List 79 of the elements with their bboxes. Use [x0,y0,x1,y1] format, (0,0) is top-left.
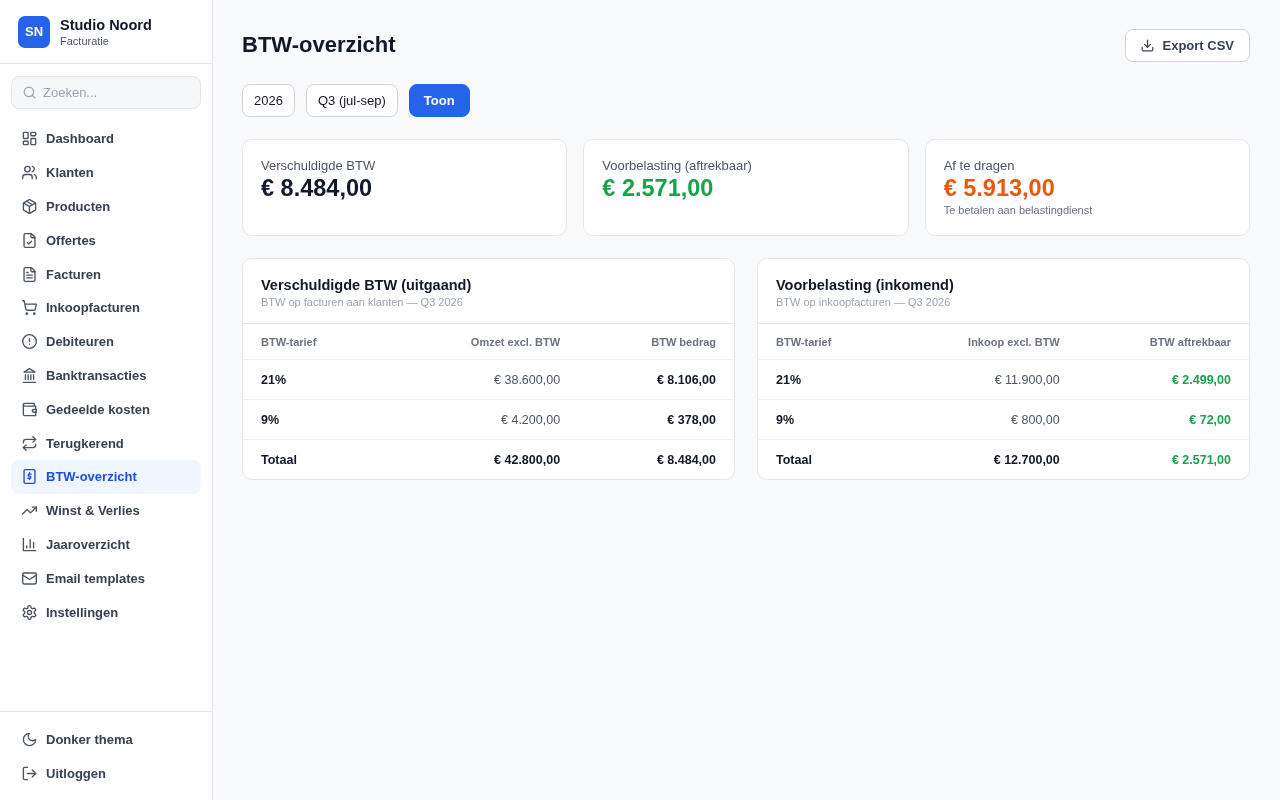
stat-label: Verschuldigde BTW [261,157,377,174]
users-icon [22,165,37,181]
brand-subtitle: Facturatie [60,33,110,48]
table-cell: € 8.484,00 [578,439,734,479]
table-cell: Totaal [243,439,385,479]
period-select[interactable]: Q3 (jul-sep) [305,84,398,117]
mail-icon [22,570,37,586]
document-check-icon [22,232,37,248]
stat-label: Voorbelasting (aftrekbaar) [602,157,753,174]
search-icon [23,86,36,99]
stat-value: € 2.571,00 [602,174,715,202]
panel-subtitle: BTW op inkoopfacturen — Q3 2026 [776,295,952,309]
column-header: BTW bedrag [578,324,734,360]
alert-circle-icon [22,334,37,350]
stat-value: € 8.484,00 [261,174,374,202]
brand-logo: SN [18,15,50,48]
cart-icon [22,300,37,316]
settings-icon [22,604,37,620]
nav-item[interactable]: Offertes [11,223,201,258]
table-cell: € 12.700,00 [891,439,1078,479]
nav-item[interactable]: Jaaroverzicht [11,527,201,562]
search-field[interactable]: Zoeken... [11,76,201,109]
table-cell: Totaal [758,439,892,479]
nav-item[interactable]: Klanten [11,155,201,190]
nav-item[interactable]: Instellingen [11,595,201,629]
nav-item[interactable]: Terugkerend [11,426,201,460]
stat-label: Af te dragen [943,157,1016,174]
table-cell: € 38.600,00 [384,359,579,400]
nav-item[interactable]: Banktransacties [11,358,201,393]
table-cell: € 378,00 [578,399,734,440]
table-cell: 21% [758,359,892,400]
show-button[interactable]: Toon [408,84,470,117]
panel-title: Verschuldigde BTW (uitgaand) [261,276,473,295]
table-cell: € 72,00 [1077,399,1249,440]
nav-item[interactable]: Producten [11,189,201,224]
brand-name: Studio Noord [60,15,152,34]
table-cell: € 800,00 [891,399,1078,440]
column-header: Omzet excl. BTW [384,324,579,360]
nav-item[interactable]: Facturen [11,257,201,291]
nav-item[interactable]: Inkoopfacturen [11,291,201,325]
column-header: BTW-tarief [758,324,892,360]
year-select[interactable]: 2026 [242,84,295,117]
nav-item[interactable]: BTW-overzicht [11,459,201,494]
bank-icon [22,367,37,383]
table-cell: 9% [243,399,385,440]
export-button[interactable]: Export CSV [1125,28,1250,62]
table-cell: € 11.900,00 [891,359,1078,400]
page-title: BTW-overzicht [242,32,396,58]
column-header: Inkoop excl. BTW [891,324,1078,360]
repeat-icon [22,435,37,451]
dashboard-grid-icon [22,131,37,147]
table-cell: € 4.200,00 [384,399,579,440]
nav-item[interactable]: Debiteuren [11,324,201,359]
bar-chart-icon [22,536,37,552]
stat-note: Te betalen aan belastingdienst [943,203,1094,218]
wallet-icon [22,401,37,417]
nav-item[interactable]: Gedeelde kosten [11,392,201,427]
table-cell: € 2.571,00 [1077,439,1249,479]
document-icon [22,266,37,282]
table-cell: € 2.499,00 [1077,359,1249,400]
nav-item[interactable]: Email templates [11,561,201,596]
nav-item[interactable]: Donker thema [11,722,201,757]
box-icon [22,199,37,214]
table-cell: € 42.800,00 [384,439,579,479]
dollar-document-icon [22,469,37,485]
table-cell: 9% [758,399,892,440]
nav-item[interactable]: Dashboard [11,122,201,156]
column-header: BTW aftrekbaar [1077,324,1249,360]
nav-item[interactable]: Uitloggen [11,756,201,790]
stat-value: € 5.913,00 [943,174,1056,202]
nav-item[interactable]: Winst & Verlies [11,493,201,528]
moon-icon [22,731,37,747]
download-icon [1141,38,1155,52]
table-cell: 21% [243,359,385,400]
logout-icon [22,765,37,781]
column-header: BTW-tarief [243,324,385,360]
panel-title: Voorbelasting (inkomend) [776,276,955,295]
panel-subtitle: BTW op facturen aan klanten — Q3 2026 [261,295,464,309]
table-cell: € 8.106,00 [578,359,734,400]
